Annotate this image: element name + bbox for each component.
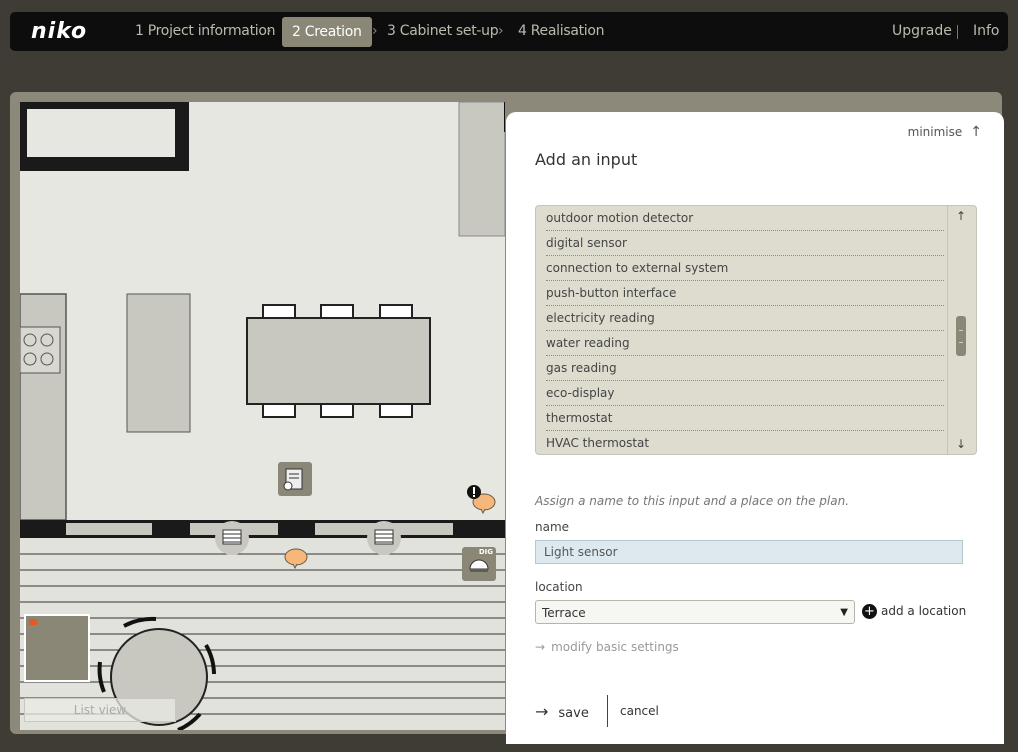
- button-divider: [607, 695, 608, 727]
- panel-title: Add an input: [535, 150, 638, 169]
- info-link[interactable]: Info: [973, 12, 1000, 51]
- arrow-up-icon: ↑: [970, 124, 982, 140]
- cancel-button[interactable]: cancel: [620, 704, 659, 718]
- list-item[interactable]: push-button interface: [546, 281, 944, 306]
- list-item[interactable]: digital sensor: [546, 231, 944, 256]
- modify-settings-link[interactable]: → modify basic settings: [535, 640, 679, 654]
- nav-divider: [957, 25, 958, 39]
- chair: [262, 304, 296, 319]
- minimise-button[interactable]: minimise ↑: [908, 124, 982, 140]
- list-view-button[interactable]: List view: [24, 698, 176, 722]
- add-location-button[interactable]: + add a location: [862, 604, 966, 619]
- list-item[interactable]: outdoor motion detector: [546, 206, 944, 231]
- step-project-information[interactable]: 1 Project information: [135, 12, 276, 51]
- list-item[interactable]: electricity reading: [546, 306, 944, 331]
- name-input[interactable]: [535, 540, 963, 564]
- arrow-right-icon: →: [535, 640, 546, 654]
- list-item[interactable]: connection to external system: [546, 256, 944, 281]
- sensor-tag: DIG: [478, 548, 493, 556]
- digital-sensor-icon[interactable]: DIG: [462, 547, 496, 581]
- minimap-marker: [29, 619, 37, 625]
- list-item[interactable]: gas reading: [546, 356, 944, 381]
- chevron-right-icon: ›: [498, 23, 504, 39]
- scrollbar-thumb[interactable]: [956, 316, 966, 356]
- chair: [320, 304, 354, 319]
- modify-settings-label: modify basic settings: [551, 640, 679, 654]
- upgrade-link[interactable]: Upgrade: [892, 12, 952, 51]
- list-scrollbar[interactable]: ↑ ↓: [947, 206, 976, 454]
- input-rows: outdoor motion detector digital sensor c…: [536, 206, 944, 454]
- blind-motor-icon[interactable]: [215, 521, 249, 555]
- floor-plan-drawing: [20, 102, 505, 730]
- wall: [20, 102, 189, 171]
- caret-down-icon: ▼: [840, 607, 848, 618]
- arrow-right-icon: →: [535, 702, 549, 721]
- step-creation[interactable]: 2 Creation: [282, 17, 372, 47]
- controller-device-icon[interactable]: [278, 462, 312, 496]
- chair: [379, 403, 413, 418]
- list-item[interactable]: HVAC thermostat: [546, 431, 944, 454]
- cooktop: [20, 326, 61, 374]
- cabinet-block: [458, 102, 505, 237]
- list-item[interactable]: thermostat: [546, 406, 944, 431]
- step-realisation[interactable]: 4 Realisation: [518, 12, 605, 51]
- name-label: name: [535, 520, 570, 534]
- kitchen-island: [126, 293, 191, 433]
- chair: [379, 304, 413, 319]
- warning-icon: [467, 485, 481, 499]
- minimise-label: minimise: [907, 125, 963, 139]
- input-type-list[interactable]: outdoor motion detector digital sensor c…: [535, 205, 977, 455]
- location-select[interactable]: Terrace ▼: [535, 600, 855, 624]
- save-label: save: [558, 706, 589, 721]
- chair: [320, 403, 354, 418]
- wall: [504, 102, 505, 132]
- arrow-down-icon[interactable]: ↓: [956, 437, 966, 451]
- chair: [262, 403, 296, 418]
- save-button[interactable]: → save: [535, 702, 589, 721]
- comment-bubble-icon[interactable]: [283, 547, 309, 569]
- window: [66, 523, 152, 535]
- chevron-right-icon: ›: [266, 23, 272, 39]
- dining-table: [246, 317, 431, 405]
- niko-logo: niko: [31, 19, 88, 44]
- list-item[interactable]: eco-display: [546, 381, 944, 406]
- blind-motor-icon[interactable]: [367, 521, 401, 555]
- add-location-label: add a location: [881, 604, 967, 618]
- location-label: location: [535, 580, 583, 594]
- top-navigation-bar: niko 1 Project information › 2 Creation …: [10, 12, 1008, 51]
- step-cabinet-setup[interactable]: 3 Cabinet set-up: [387, 12, 499, 51]
- add-input-panel: minimise ↑ Add an input outdoor motion de…: [506, 112, 1004, 744]
- arrow-up-icon[interactable]: ↑: [956, 209, 966, 223]
- floor-plan-canvas[interactable]: DIG: [20, 102, 505, 730]
- plan-minimap[interactable]: [24, 614, 90, 682]
- list-item[interactable]: water reading: [546, 331, 944, 356]
- location-value: Terrace: [542, 606, 586, 620]
- plus-circle-icon: +: [862, 604, 877, 619]
- assign-hint: Assign a name to this input and a place …: [535, 494, 850, 508]
- chevron-right-icon: ›: [372, 23, 378, 39]
